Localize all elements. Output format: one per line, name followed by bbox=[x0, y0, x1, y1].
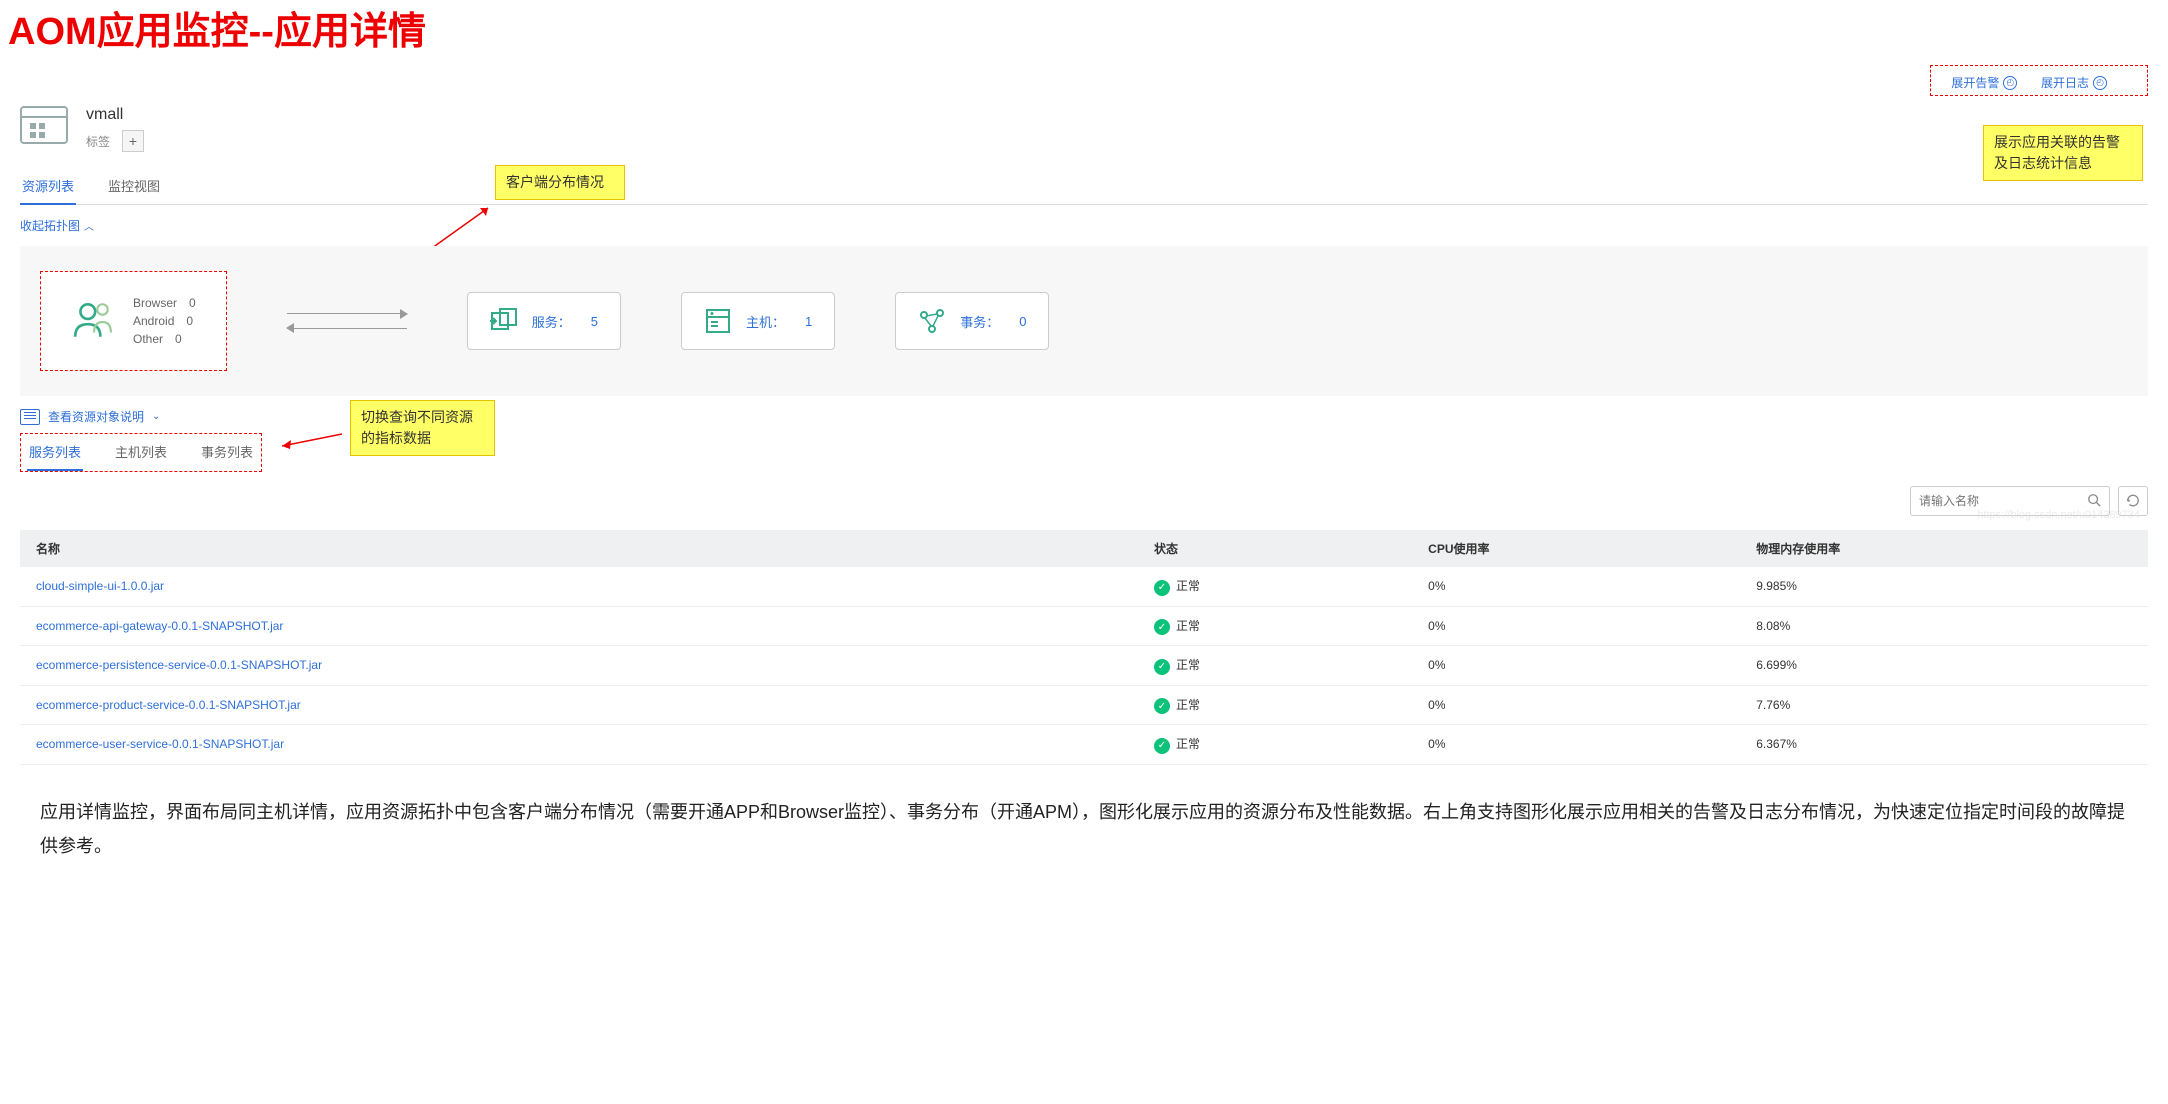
bidirectional-arrow bbox=[287, 301, 407, 341]
status-cell: ✓正常 bbox=[1138, 606, 1412, 646]
clock-icon: ◴ bbox=[2003, 76, 2017, 90]
callout-client: 客户端分布情况 bbox=[495, 165, 625, 200]
status-ok-icon: ✓ bbox=[1154, 738, 1170, 754]
app-header: vmall 标签 + bbox=[20, 96, 2148, 160]
expand-log-link[interactable]: 展开日志 ◴ bbox=[2041, 74, 2107, 91]
app-name: vmall bbox=[86, 106, 144, 124]
service-name-link[interactable]: ecommerce-api-gateway-0.0.1-SNAPSHOT.jar bbox=[36, 619, 283, 633]
search-input[interactable] bbox=[1919, 494, 2087, 508]
table-row: ecommerce-product-service-0.0.1-SNAPSHOT… bbox=[20, 685, 2148, 725]
topology-panel: Browser0 Android0 Other0 服务： 5 主机： 1 事务：… bbox=[20, 246, 2148, 396]
topo-card-transaction[interactable]: 事务： 0 bbox=[895, 292, 1049, 350]
status-ok-icon: ✓ bbox=[1154, 698, 1170, 714]
book-icon bbox=[20, 409, 40, 425]
footer-description: 应用详情监控，界面布局同主机详情，应用资源拓扑中包含客户端分布情况（需要开通AP… bbox=[20, 765, 2148, 893]
cpu-cell: 0% bbox=[1412, 646, 1740, 686]
collapse-topology-link[interactable]: 收起拓扑图 ︿ bbox=[20, 205, 94, 246]
service-name-link[interactable]: ecommerce-persistence-service-0.0.1-SNAP… bbox=[36, 658, 322, 672]
tab-resource-list[interactable]: 资源列表 bbox=[20, 168, 76, 205]
topo-card-host[interactable]: 主机： 1 bbox=[681, 292, 835, 350]
cpu-cell: 0% bbox=[1412, 606, 1740, 646]
table-row: ecommerce-user-service-0.0.1-SNAPSHOT.ja… bbox=[20, 725, 2148, 765]
expand-alarm-link[interactable]: 展开告警 ◴ bbox=[1951, 74, 2017, 91]
watermark: https://blog.csdn.net/u014389734 bbox=[1977, 509, 2140, 521]
sub-tab-service[interactable]: 服务列表 bbox=[27, 434, 83, 471]
expand-log-label: 展开日志 bbox=[2041, 74, 2089, 91]
topo-card-service[interactable]: 服务： 5 bbox=[467, 292, 621, 350]
client-stats: Browser0 Android0 Other0 bbox=[133, 292, 196, 350]
search-icon[interactable] bbox=[2087, 493, 2101, 510]
mem-cell: 8.08% bbox=[1740, 606, 2148, 646]
mem-cell: 6.699% bbox=[1740, 646, 2148, 686]
app-icon bbox=[20, 106, 68, 144]
table-row: ecommerce-api-gateway-0.0.1-SNAPSHOT.jar… bbox=[20, 606, 2148, 646]
expand-alarm-label: 展开告警 bbox=[1951, 74, 1999, 91]
mem-cell: 7.76% bbox=[1740, 685, 2148, 725]
topo-tx-value: 0 bbox=[1019, 314, 1026, 329]
service-name-link[interactable]: cloud-simple-ui-1.0.0.jar bbox=[36, 579, 164, 593]
status-cell: ✓正常 bbox=[1138, 567, 1412, 606]
col-cpu: CPU使用率 bbox=[1412, 530, 1740, 567]
client-distribution-box: Browser0 Android0 Other0 bbox=[40, 271, 227, 371]
tag-label: 标签 bbox=[86, 133, 110, 150]
status-ok-icon: ✓ bbox=[1154, 659, 1170, 675]
main-tabs: 资源列表 监控视图 bbox=[20, 168, 2148, 205]
service-name-link[interactable]: ecommerce-user-service-0.0.1-SNAPSHOT.ja… bbox=[36, 737, 284, 751]
topo-host-label: 主机： bbox=[746, 312, 785, 331]
service-icon bbox=[490, 307, 518, 335]
top-links-box: 展开告警 ◴ 展开日志 ◴ bbox=[1930, 65, 2148, 96]
topo-service-label: 服务： bbox=[532, 312, 571, 331]
add-tag-button[interactable]: + bbox=[122, 130, 144, 152]
help-link-label: 查看资源对象说明 bbox=[48, 408, 144, 425]
cpu-cell: 0% bbox=[1412, 685, 1740, 725]
clock-icon: ◴ bbox=[2093, 76, 2107, 90]
col-status: 状态 bbox=[1138, 530, 1412, 567]
mem-cell: 6.367% bbox=[1740, 725, 2148, 765]
status-cell: ✓正常 bbox=[1138, 685, 1412, 725]
chevron-down-icon: ⌄ bbox=[152, 411, 160, 422]
sub-tabs: 服务列表 主机列表 事务列表 bbox=[20, 433, 262, 472]
callout-topright: 展示应用关联的告警及日志统计信息 bbox=[1983, 125, 2143, 181]
sub-tab-transaction[interactable]: 事务列表 bbox=[199, 434, 255, 471]
sub-tab-host[interactable]: 主机列表 bbox=[113, 434, 169, 471]
tab-monitor-view[interactable]: 监控视图 bbox=[106, 168, 162, 204]
cpu-cell: 0% bbox=[1412, 725, 1740, 765]
table-row: ecommerce-persistence-service-0.0.1-SNAP… bbox=[20, 646, 2148, 686]
collapse-label: 收起拓扑图 bbox=[20, 217, 80, 234]
service-name-link[interactable]: ecommerce-product-service-0.0.1-SNAPSHOT… bbox=[36, 698, 301, 712]
page-title: AOM应用监控--应用详情 bbox=[0, 0, 2168, 65]
col-name: 名称 bbox=[20, 530, 1138, 567]
person-icon bbox=[71, 299, 113, 344]
refresh-icon bbox=[2126, 494, 2140, 508]
mem-cell: 9.985% bbox=[1740, 567, 2148, 606]
table-row: cloud-simple-ui-1.0.0.jar ✓正常0%9.985% bbox=[20, 567, 2148, 606]
service-table: 名称 状态 CPU使用率 物理内存使用率 cloud-simple-ui-1.0… bbox=[20, 530, 2148, 765]
chevron-up-icon: ︿ bbox=[84, 218, 94, 233]
status-cell: ✓正常 bbox=[1138, 725, 1412, 765]
col-mem: 物理内存使用率 bbox=[1740, 530, 2148, 567]
status-cell: ✓正常 bbox=[1138, 646, 1412, 686]
status-ok-icon: ✓ bbox=[1154, 619, 1170, 635]
topo-host-value: 1 bbox=[805, 314, 812, 329]
callout-switch: 切换查询不同资源的指标数据 bbox=[350, 400, 495, 456]
cpu-cell: 0% bbox=[1412, 567, 1740, 606]
transaction-icon bbox=[918, 307, 946, 335]
status-ok-icon: ✓ bbox=[1154, 580, 1170, 596]
topo-service-value: 5 bbox=[591, 314, 598, 329]
topo-tx-label: 事务： bbox=[960, 312, 999, 331]
host-icon bbox=[704, 307, 732, 335]
help-link[interactable]: 查看资源对象说明 ⌄ bbox=[20, 396, 2148, 433]
